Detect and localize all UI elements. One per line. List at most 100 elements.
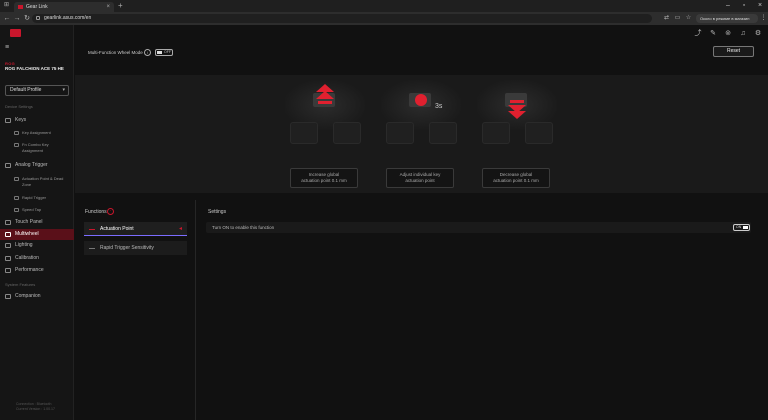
keycap	[525, 122, 553, 144]
favicon-icon	[18, 5, 23, 9]
functions-title: Functions	[85, 209, 107, 215]
mode-toggle[interactable]: OFF	[155, 49, 173, 56]
sidebar-item-label: Keys	[15, 117, 27, 123]
edit-icon[interactable]: ✎	[709, 30, 717, 38]
hamburger-icon[interactable]: ≡	[5, 44, 9, 51]
wheel-icon	[5, 232, 11, 237]
sidebar-item-fn-combo[interactable]: Fn Combo Key Assignment	[0, 142, 74, 154]
profile-value: Default Profile	[10, 87, 42, 93]
sidebar-item-label: Companion	[15, 293, 41, 299]
sidebar-item-rapid-trigger[interactable]: Rapid Trigger	[0, 195, 74, 201]
keycap	[333, 122, 361, 144]
sidebar-item-speed-tap[interactable]: Speed Tap	[0, 207, 74, 213]
companion-icon	[5, 294, 11, 299]
functions-info-icon[interactable]: ·	[107, 208, 114, 215]
download-icon[interactable]: ⊚	[724, 30, 732, 38]
sidebar-item-label: Assignment	[22, 148, 43, 153]
menu-dots-icon[interactable]: ⋮	[759, 14, 768, 23]
device-name: ROG FALCHION ACE 75 HE	[5, 66, 64, 71]
sidebar-item-label: Touch Panel	[15, 219, 43, 225]
sidebar-item-analog-trigger[interactable]: Analog Trigger	[0, 160, 74, 171]
settings-title: Settings	[208, 209, 227, 215]
chevron-down-icon: ▾	[62, 87, 65, 93]
keycap	[482, 122, 510, 144]
keycap	[429, 122, 457, 144]
cast-icon[interactable]: ▭	[673, 14, 682, 23]
url-text: gearlink.asus.com/en	[44, 15, 92, 21]
function-label: Rapid Trigger Sensitivity	[100, 245, 154, 251]
sidebar-item-label: Performance	[15, 267, 44, 273]
sidebar-item-calibration[interactable]: Calibration	[0, 253, 74, 264]
sidebar-item-label: Lighting	[15, 242, 33, 248]
sidebar-item-label: Analog Trigger	[15, 162, 48, 168]
touch-panel-icon	[5, 220, 11, 225]
performance-icon	[5, 268, 11, 273]
preview-card: Decrease global actuation point 0.1 mm	[482, 168, 550, 188]
browser-tab[interactable]: Gear Link ×	[14, 2, 114, 12]
sidebar-item-touch-panel[interactable]: Touch Panel	[0, 217, 74, 228]
vpn-badge[interactable]: Около в режиме в магазин	[696, 14, 758, 23]
sidebar-item-key-assignment[interactable]: Key Assignment	[0, 130, 74, 136]
function-item-rapid-trigger[interactable]: Rapid Trigger Sensitivity	[84, 241, 187, 255]
sidebar-item-label: Speed Tap	[22, 207, 42, 212]
profile-dropdown[interactable]: Default Profile ▾	[5, 85, 69, 96]
address-bar-row: ← → ↻ gearlink.asus.com/en ⇄ ▭ ☆ Около в…	[0, 12, 768, 25]
version-text: Current Version : 1.00.17	[16, 407, 55, 411]
sidebar-item-label: Rapid Trigger	[22, 195, 47, 200]
sidebar-item-lighting[interactable]: Lighting	[0, 240, 74, 251]
rapid-trigger-icon	[14, 196, 19, 200]
analog-icon	[5, 163, 11, 168]
mode-label: Multi-Function Wheel Mode	[88, 50, 143, 55]
lighting-icon	[5, 243, 11, 248]
card-text: actuation point	[405, 178, 435, 183]
info-icon[interactable]: i	[144, 49, 151, 56]
keycap	[386, 122, 414, 144]
tab-menu-icon[interactable]: ⊞	[4, 1, 9, 8]
hold-duration: 3s	[435, 103, 443, 110]
key-combo-icon	[14, 143, 19, 147]
notification-icon[interactable]: ♫	[739, 30, 747, 38]
rog-logo-icon	[10, 29, 21, 37]
actuation-icon	[14, 177, 19, 181]
lock-icon	[36, 16, 40, 20]
keycap	[290, 122, 318, 144]
function-label: Actuation Point	[100, 226, 134, 232]
calibration-icon	[5, 256, 11, 261]
keyboard-icon	[5, 118, 11, 123]
sidebar-item-companion[interactable]: Companion	[0, 291, 74, 302]
setting-row: Turn ON to enable this function	[206, 222, 751, 233]
star-icon[interactable]: ☆	[684, 14, 693, 23]
toggle-state: OFF	[164, 50, 171, 54]
close-window-icon[interactable]: ×	[752, 0, 768, 12]
toggle-state: ON	[736, 225, 742, 229]
sidebar-item-keys[interactable]: Keys	[0, 115, 74, 126]
export-icon[interactable]: ⤴	[694, 30, 702, 38]
sidebar-item-label: Multiwheel	[15, 231, 39, 237]
reset-button[interactable]: Reset	[713, 46, 754, 57]
speed-tap-icon	[14, 208, 19, 212]
sidebar-item-performance[interactable]: Performance	[0, 265, 74, 276]
reload-icon[interactable]: ↻	[22, 12, 32, 25]
settings-gear-icon[interactable]: ⚙	[754, 30, 762, 38]
sidebar-item-label: Zone	[22, 182, 32, 187]
back-icon[interactable]: ←	[2, 12, 12, 25]
actuation-point-icon	[89, 227, 95, 230]
function-item-actuation-point[interactable]: Actuation Point ◂	[84, 222, 187, 236]
maximize-icon[interactable]: ▫	[736, 0, 752, 12]
forward-icon[interactable]: →	[12, 12, 22, 25]
card-text: actuation point 0.1 mm	[493, 178, 539, 183]
new-tab-icon[interactable]: +	[118, 1, 123, 10]
enable-function-toggle[interactable]: ON	[733, 224, 750, 231]
sidebar-item-actuation[interactable]: Actuation Point & Dead Zone	[0, 176, 74, 188]
url-field[interactable]: gearlink.asus.com/en	[32, 14, 652, 23]
sidebar-item-label: Calibration	[15, 255, 39, 261]
translate-icon[interactable]: ⇄	[662, 14, 671, 23]
preview-card: Increase global actuation point 0.1 mm	[290, 168, 358, 188]
minimize-icon[interactable]: –	[720, 0, 736, 12]
card-text: actuation point 0.1 mm	[301, 178, 347, 183]
sidebar-item-multiwheel[interactable]: Multiwheel	[0, 229, 74, 240]
toggle-knob	[157, 51, 162, 54]
close-tab-icon[interactable]: ×	[106, 2, 110, 12]
decrease-arrow-icon	[508, 100, 526, 119]
press-hold-icon	[415, 94, 427, 106]
